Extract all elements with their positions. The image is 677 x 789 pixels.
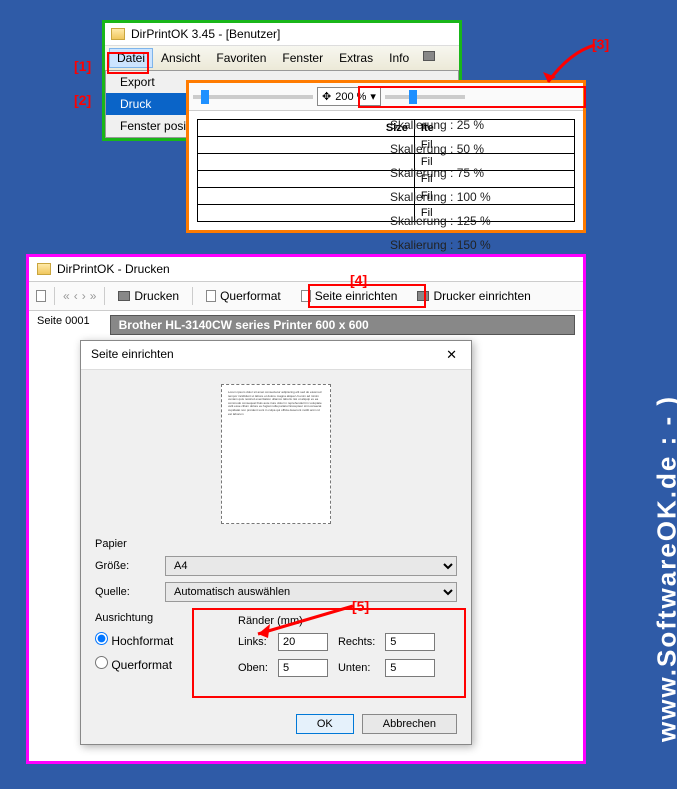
cancel-button[interactable]: Abbrechen	[362, 714, 457, 734]
dialog-buttons: OK Abbrechen	[81, 704, 471, 744]
print-icon[interactable]	[423, 51, 435, 61]
arrow-5	[248, 604, 358, 644]
paper-group: Papier Größe: A4 Quelle: Automatisch aus…	[95, 538, 457, 602]
print-toolbar: « ‹ › » Drucken Querformat Seite einrich…	[29, 281, 583, 311]
annotation-4: [4]	[350, 272, 367, 288]
source-select[interactable]: Automatisch auswählen	[165, 582, 457, 602]
landscape-icon	[206, 290, 216, 302]
zoom-option[interactable]: Skalierung : 50 %	[390, 137, 491, 161]
page-info-bar: Seite 0001 Brother HL-3140CW series Prin…	[29, 311, 583, 339]
dialog-titlebar: Seite einrichten ✕	[81, 341, 471, 370]
zoom-slider-left[interactable]	[193, 95, 313, 99]
app-icon	[37, 263, 51, 275]
next-page-icon[interactable]: ›	[82, 289, 86, 303]
arrow-3	[540, 42, 600, 92]
move-icon: ✥	[322, 90, 331, 103]
menubar: Datei Ansicht Favoriten Fenster Extras I…	[105, 45, 459, 70]
main-title: DirPrintOK 3.45 - [Benutzer]	[131, 27, 280, 41]
print-button[interactable]: Drucken	[109, 285, 188, 307]
portrait-radio[interactable]: Hochformat	[95, 634, 173, 648]
page-preview: Lorem ipsum dolor sit amet consectetur a…	[221, 384, 331, 524]
zoom-option[interactable]: Skalierung : 125 %	[390, 209, 491, 233]
menu-extras[interactable]: Extras	[331, 48, 381, 68]
zoom-option[interactable]: Skalierung : 100 %	[390, 185, 491, 209]
page-number: Seite 0001	[37, 315, 90, 335]
prev-page-icon[interactable]: ‹	[74, 289, 78, 303]
watermark-text: www.SoftwareOK.de : - )	[652, 395, 677, 742]
close-icon[interactable]: ✕	[442, 347, 461, 363]
source-label: Quelle:	[95, 586, 155, 598]
preview-content: SizeIte Fil Fil Fil Fil Fil	[189, 111, 583, 230]
main-titlebar: DirPrintOK 3.45 - [Benutzer]	[105, 23, 459, 45]
last-page-icon[interactable]: »	[90, 289, 97, 303]
ok-button[interactable]: OK	[296, 714, 354, 734]
zoom-option[interactable]: Skalierung : 25 %	[390, 113, 491, 137]
zoom-option[interactable]: Skalierung : 75 %	[390, 161, 491, 185]
size-label: Größe:	[95, 560, 155, 572]
size-select[interactable]: A4	[165, 556, 457, 576]
highlight-box-1	[107, 52, 149, 74]
printer-setup-button[interactable]: Drucker einrichten	[408, 285, 539, 307]
preview-table: SizeIte Fil Fil Fil Fil Fil	[197, 119, 575, 222]
page-icon[interactable]	[36, 290, 46, 302]
menu-info[interactable]: Info	[381, 48, 417, 68]
first-page-icon[interactable]: «	[63, 289, 70, 303]
annotation-1: [1]	[74, 58, 91, 74]
menu-favoriten[interactable]: Favoriten	[208, 48, 274, 68]
print-title: DirPrintOK - Drucken	[57, 262, 170, 276]
print-titlebar: DirPrintOK - Drucken	[29, 257, 583, 281]
annotation-2: [2]	[74, 92, 91, 108]
printer-info: Brother HL-3140CW series Printer 600 x 6…	[110, 315, 575, 335]
landscape-radio[interactable]: Querformat	[95, 658, 172, 672]
app-icon	[111, 28, 125, 40]
menu-fenster[interactable]: Fenster	[274, 48, 331, 68]
landscape-button[interactable]: Querformat	[197, 285, 290, 307]
dialog-title: Seite einrichten	[91, 347, 174, 363]
menu-ansicht[interactable]: Ansicht	[153, 48, 208, 68]
printer-icon	[118, 291, 130, 301]
nav-arrows: « ‹ › »	[59, 289, 100, 303]
paper-label: Papier	[95, 538, 457, 550]
col-size: Size	[198, 120, 415, 137]
